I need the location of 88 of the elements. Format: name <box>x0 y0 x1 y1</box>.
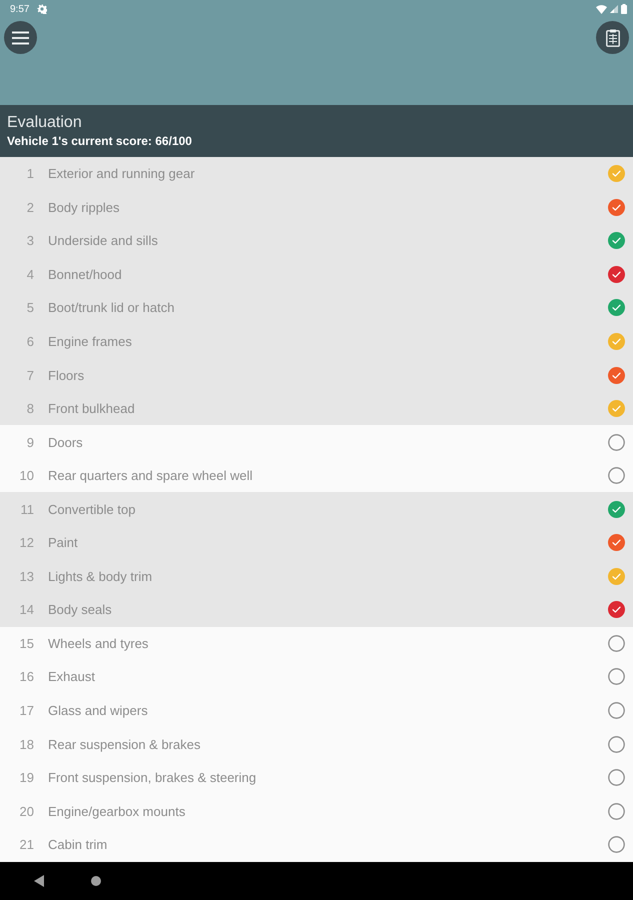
battery-icon <box>621 4 627 14</box>
check-circle-icon[interactable] <box>608 198 625 216</box>
checklist-row[interactable]: 6 Engine frames <box>0 324 633 358</box>
item-label: Cabin trim <box>48 837 108 852</box>
row-number: 13 <box>18 568 34 584</box>
row-number: 15 <box>18 636 34 651</box>
check-circle-icon[interactable] <box>608 366 625 384</box>
item-label: Floors <box>48 368 86 383</box>
row-number: 4 <box>26 266 34 282</box>
checklist-row[interactable]: 8 Front bulkhead <box>0 392 633 426</box>
empty-circle-icon[interactable] <box>608 668 625 686</box>
checklist-row[interactable]: 5 Boot/trunk lid or hatch <box>0 291 633 325</box>
wifi-icon <box>596 4 607 14</box>
home-icon[interactable] <box>91 876 101 886</box>
row-number: 20 <box>18 804 34 819</box>
check-circle-icon[interactable] <box>608 299 625 316</box>
checklist-row[interactable]: 1 Exterior and running gear <box>0 157 633 191</box>
back-icon[interactable] <box>34 875 44 887</box>
checklist-row[interactable]: 7 Floors <box>0 358 633 392</box>
item-label: Bonnet/hood <box>48 266 123 282</box>
item-label: Rear suspension & brakes <box>48 736 202 752</box>
clipboard-icon <box>606 28 620 46</box>
check-circle-icon[interactable] <box>608 568 625 585</box>
row-number: 6 <box>26 334 34 349</box>
empty-circle-icon[interactable] <box>608 736 625 753</box>
check-circle-icon[interactable] <box>608 232 625 250</box>
row-number: 11 <box>20 502 34 517</box>
empty-circle-icon[interactable] <box>608 467 625 484</box>
check-circle-icon[interactable] <box>608 333 625 350</box>
item-label: Exterior and running gear <box>48 166 196 182</box>
item-label: Rear quarters and spare wheel well <box>48 468 254 484</box>
item-label: Lights & body trim <box>48 568 154 584</box>
checklist-row[interactable]: 12 Paint <box>0 526 633 560</box>
row-number: 16 <box>18 669 34 684</box>
checklist-row[interactable]: 4 Bonnet/hood <box>0 258 633 292</box>
empty-circle-icon[interactable] <box>608 634 625 652</box>
empty-circle-icon[interactable] <box>608 769 625 786</box>
row-number: 9 <box>26 434 34 450</box>
item-label: Front suspension, brakes & steering <box>48 770 258 786</box>
row-number: 21 <box>18 837 34 852</box>
check-circle-icon[interactable] <box>608 165 625 182</box>
status-time: 9:57 <box>10 4 30 14</box>
empty-circle-icon[interactable] <box>608 802 625 820</box>
row-number: 2 <box>26 200 34 215</box>
signal-icon <box>610 5 618 13</box>
item-label: Body seals <box>48 602 113 618</box>
item-label: Underside and sills <box>48 233 159 248</box>
page-title: Evaluation <box>7 113 83 132</box>
item-label: Front bulkhead <box>48 401 136 416</box>
row-number: 5 <box>26 300 34 316</box>
check-circle-icon[interactable] <box>608 601 625 618</box>
gear-icon <box>37 4 48 14</box>
empty-circle-icon[interactable] <box>608 836 625 854</box>
clipboard-button[interactable] <box>596 21 629 54</box>
row-number: 14 <box>18 602 34 618</box>
row-number: 8 <box>26 401 34 416</box>
empty-circle-icon[interactable] <box>608 702 625 720</box>
item-label: Paint <box>48 535 79 550</box>
item-label: Engine/gearbox mounts <box>48 804 186 819</box>
empty-circle-icon[interactable] <box>608 434 625 451</box>
checklist-row[interactable]: 14 Body seals <box>0 593 633 627</box>
row-number: 17 <box>18 703 34 718</box>
item-label: Engine frames <box>48 334 133 349</box>
row-number: 7 <box>26 368 34 383</box>
check-circle-icon[interactable] <box>608 534 625 552</box>
item-label: Convertible top <box>48 502 136 517</box>
row-number: 12 <box>18 535 34 550</box>
row-number: 3 <box>26 233 34 248</box>
item-label: Wheels and tyres <box>48 636 150 651</box>
item-label: Glass and wipers <box>48 703 149 718</box>
check-circle-icon[interactable] <box>608 266 625 283</box>
item-label: Body ripples <box>48 200 121 215</box>
check-circle-icon[interactable] <box>608 500 625 518</box>
row-number: 1 <box>26 166 34 182</box>
menu-icon <box>12 30 29 44</box>
item-label: Boot/trunk lid or hatch <box>48 300 176 316</box>
checklist-row[interactable]: 3 Underside and sills <box>0 224 633 258</box>
row-number: 19 <box>18 770 34 786</box>
checklist-row[interactable]: 2 Body ripples <box>0 190 633 224</box>
check-circle-icon[interactable] <box>608 400 625 418</box>
menu-button[interactable] <box>4 21 37 54</box>
checklist-row[interactable]: 13 Lights & body trim <box>0 560 633 594</box>
checklist-row[interactable]: 11 Convertible top <box>0 492 633 526</box>
item-label: Doors <box>48 434 84 450</box>
row-number: 10 <box>18 468 34 484</box>
score-text: Vehicle 1's current score: 66/100 <box>7 133 193 149</box>
row-number: 18 <box>18 736 34 752</box>
item-label: Exhaust <box>48 669 96 684</box>
